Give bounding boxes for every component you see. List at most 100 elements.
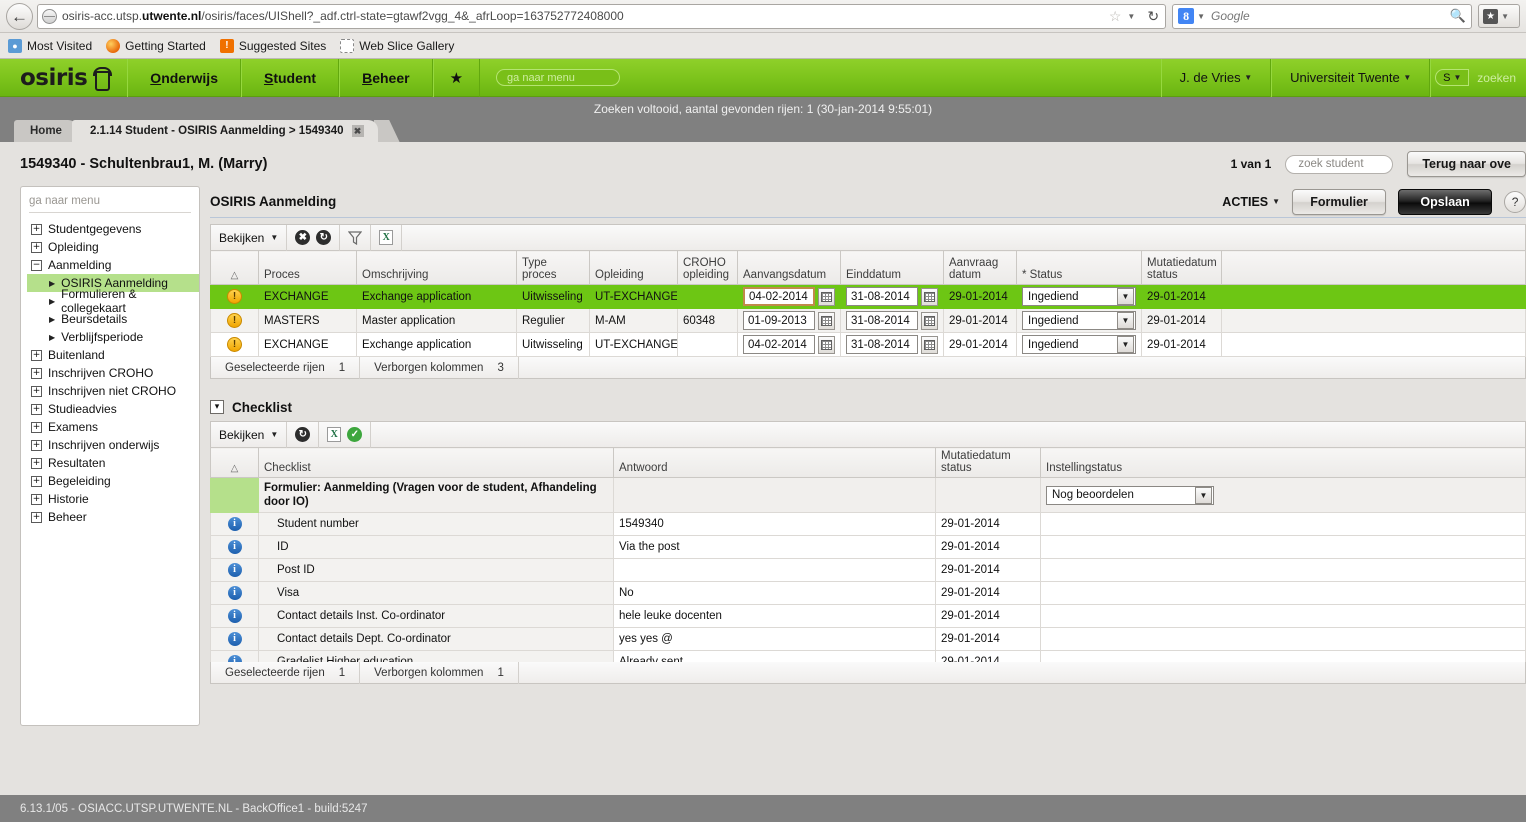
plus-icon[interactable]: +: [31, 367, 42, 379]
sidebar-search-input[interactable]: ga naar menu: [29, 195, 191, 213]
sidebar-item-inschrijven-croho[interactable]: + Inschrijven CROHO: [27, 364, 199, 382]
col-instellingstatus[interactable]: Instellingstatus: [1039, 447, 1526, 478]
sidebar-item-buitenland[interactable]: + Buitenland: [27, 346, 199, 364]
aanvangsdatum-input[interactable]: 04-02-2014: [743, 287, 815, 306]
user-menu[interactable]: J. de Vries ▼: [1160, 58, 1272, 97]
address-bar[interactable]: osiris-acc.utsp.utwente.nl/osiris/faces/…: [37, 3, 1167, 29]
plus-icon[interactable]: +: [31, 421, 42, 433]
chevron-down-icon[interactable]: ▼: [1117, 336, 1134, 353]
plus-icon[interactable]: +: [31, 475, 42, 487]
sidebar-item-inschrijven-onderwijs[interactable]: + Inschrijven onderwijs: [27, 436, 199, 454]
reload-icon[interactable]: ↻: [1147, 8, 1159, 25]
chevron-down-icon[interactable]: ▼: [1501, 12, 1509, 21]
plus-icon[interactable]: +: [31, 223, 42, 235]
sidebar-item-studieadvies[interactable]: + Studieadvies: [27, 400, 199, 418]
calendar-icon[interactable]: [818, 311, 835, 330]
refresh-icon[interactable]: ↻: [295, 427, 311, 442]
table-row[interactable]: ! EXCHANGE Exchange application Uitwisse…: [210, 284, 1526, 309]
calendar-icon[interactable]: [921, 335, 938, 354]
aanvangsdatum-input[interactable]: 04-02-2014: [743, 335, 815, 354]
export-excel-icon[interactable]: X: [327, 427, 342, 442]
organisation-menu[interactable]: Universiteit Twente ▼: [1271, 58, 1431, 97]
help-button[interactable]: ?: [1504, 190, 1526, 213]
col-mutatiedatum-status[interactable]: Mutatiedatum status: [1141, 250, 1222, 285]
col-aanvangsdatum[interactable]: Aanvangsdatum: [737, 250, 841, 285]
table-row[interactable]: i Visa No 29-01-2014: [210, 581, 1526, 605]
nav-search-input[interactable]: zoeken: [1469, 71, 1516, 85]
col-einddatum[interactable]: Einddatum: [840, 250, 944, 285]
minus-icon[interactable]: −: [31, 259, 42, 271]
col-mutatiedatum-status[interactable]: Mutatiedatum status: [935, 447, 1041, 478]
sidebar-item-beheer[interactable]: + Beheer: [27, 508, 199, 526]
table-row[interactable]: i Post ID 29-01-2014: [210, 558, 1526, 582]
sort-column-header[interactable]: △: [210, 250, 259, 285]
close-icon[interactable]: ✖: [351, 125, 364, 137]
osiris-logo[interactable]: osiris: [0, 65, 127, 91]
sidebar-item-verblijfsperiode[interactable]: ▶ Verblijfsperiode: [27, 328, 199, 346]
browser-search-input[interactable]: Google: [1211, 9, 1250, 23]
col-proces[interactable]: Proces: [258, 250, 357, 285]
col-aanvraag-datum[interactable]: Aanvraag datum: [943, 250, 1017, 285]
tab-osiris-aanmelding[interactable]: 2.1.14 Student - OSIRIS Aanmelding > 154…: [71, 120, 378, 142]
status-select[interactable]: Ingediend ▼: [1022, 287, 1136, 306]
checklist-scroll-area[interactable]: △ Checklist Antwoord Mutatiedatum status…: [210, 447, 1526, 662]
bekijken-menu[interactable]: Bekijken ▼: [211, 421, 288, 448]
nav-item-onderwijs[interactable]: Onderwijs: [127, 58, 241, 97]
bookmark-item[interactable]: ● Most Visited: [8, 38, 92, 53]
sidebar-item-begeleiding[interactable]: + Begeleiding: [27, 472, 199, 490]
sidebar-item-aanmelding[interactable]: − Aanmelding: [27, 256, 199, 274]
sidebar-item-historie[interactable]: + Historie: [27, 490, 199, 508]
calendar-icon[interactable]: [818, 287, 835, 306]
checklist-group-row[interactable]: Formulier: Aanmelding (Vragen voor de st…: [210, 477, 1526, 513]
instellingstatus-select[interactable]: Nog beoordelen ▼: [1046, 485, 1214, 505]
plus-icon[interactable]: +: [31, 511, 42, 523]
table-row[interactable]: ! EXCHANGE Exchange application Uitwisse…: [210, 332, 1526, 357]
col-checklist[interactable]: Checklist: [258, 447, 614, 478]
tab-home[interactable]: Home: [14, 120, 78, 142]
calendar-icon[interactable]: [818, 335, 835, 354]
bookmarks-menu-button[interactable]: ★ ▼: [1478, 4, 1520, 28]
favorites-star-icon[interactable]: ★: [432, 58, 481, 97]
search-icon[interactable]: 🔍: [1450, 8, 1466, 24]
table-row[interactable]: i Student number 1549340 29-01-2014: [210, 512, 1526, 536]
refresh-icon[interactable]: ↻: [316, 230, 332, 245]
table-row[interactable]: ! MASTERS Master application Regulier M-…: [210, 308, 1526, 333]
search-student-input[interactable]: zoek student: [1285, 154, 1394, 174]
filter-icon[interactable]: [348, 230, 363, 245]
search-scope-select[interactable]: S ▼: [1435, 69, 1470, 86]
browser-search-box[interactable]: 8 ▼ Google 🔍: [1172, 3, 1473, 29]
formulier-button[interactable]: Formulier: [1292, 188, 1387, 215]
approve-icon[interactable]: ✓: [347, 427, 363, 442]
table-row[interactable]: i Gradelist Higher education Already sen…: [210, 650, 1526, 662]
back-to-overview-button[interactable]: Terug naar ove: [1407, 151, 1526, 177]
plus-icon[interactable]: +: [31, 385, 42, 397]
table-row[interactable]: i Contact details Inst. Co-ordinator hel…: [210, 604, 1526, 628]
col-omschrijving[interactable]: Omschrijving: [356, 250, 517, 285]
einddatum-input[interactable]: 31-08-2014: [846, 287, 918, 306]
col-status[interactable]: * Status: [1016, 250, 1142, 285]
col-antwoord[interactable]: Antwoord: [613, 447, 936, 478]
sidebar-item-opleiding[interactable]: + Opleiding: [27, 238, 199, 256]
sidebar-item-formulieren-collegekaart[interactable]: ▶ Formulieren & collegekaart: [27, 287, 199, 315]
chevron-down-icon[interactable]: ▼: [1197, 12, 1205, 21]
bookmark-item[interactable]: Web Slice Gallery: [340, 38, 454, 53]
back-button[interactable]: ←: [6, 2, 33, 30]
bookmark-star-icon[interactable]: ☆: [1109, 8, 1122, 25]
collapse-icon[interactable]: ▾: [210, 400, 224, 414]
sidebar-item-studentgegevens[interactable]: + Studentgegevens: [27, 220, 199, 238]
calendar-icon[interactable]: [921, 311, 938, 330]
plus-icon[interactable]: +: [31, 349, 42, 361]
chevron-down-icon[interactable]: ▼: [1127, 12, 1135, 21]
bookmark-item[interactable]: Getting Started: [106, 38, 206, 53]
acties-menu[interactable]: ACTIES ▼: [1222, 195, 1280, 209]
nav-item-beheer[interactable]: Beheer: [339, 58, 433, 97]
nav-item-student[interactable]: Student: [240, 58, 340, 97]
plus-icon[interactable]: +: [31, 493, 42, 505]
sidebar-item-resultaten[interactable]: + Resultaten: [27, 454, 199, 472]
calendar-icon[interactable]: [921, 287, 938, 306]
plus-icon[interactable]: +: [31, 439, 42, 451]
col-type-proces[interactable]: Type proces: [516, 250, 590, 285]
col-croho-opleiding[interactable]: CROHO opleiding: [677, 250, 738, 285]
aanvangsdatum-input[interactable]: 01-09-2013: [743, 311, 815, 330]
sidebar-item-examens[interactable]: + Examens: [27, 418, 199, 436]
